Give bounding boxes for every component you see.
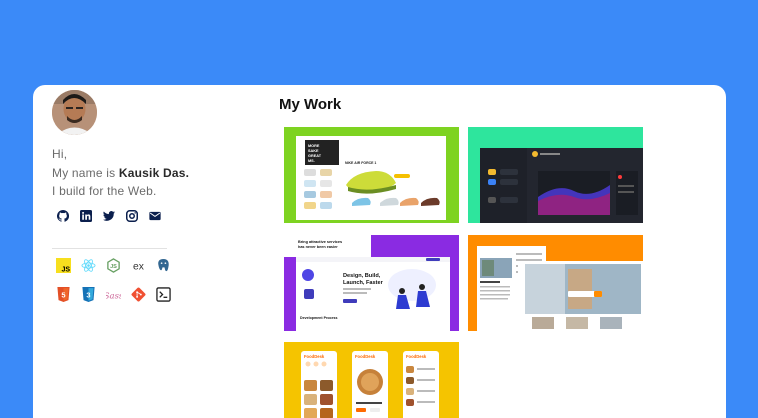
tile-text: Development Process: [300, 316, 338, 320]
tech-icons-row-1: JS JS ex: [56, 258, 171, 274]
project-tile-nike-store[interactable]: MORE SAKE GREAT MS. NIKE AIR FORCE 1: [284, 127, 459, 223]
tile-text: MS.: [308, 159, 315, 163]
social-links: [56, 209, 161, 222]
project-tile-food-app[interactable]: FoodDesk FoodDesk FoodDesk: [284, 342, 459, 418]
tile-text: MORE: [308, 144, 320, 148]
tile-text: Design, Build,: [343, 273, 381, 279]
tile-text: SAKE: [308, 149, 319, 153]
svg-text:5: 5: [61, 290, 65, 299]
page-title: My Work: [279, 96, 342, 113]
svg-text:Sass: Sass: [106, 290, 121, 300]
name-line: My name is Kausik Das.: [52, 164, 189, 183]
greeting: Hi,: [52, 147, 68, 161]
tile-text: FoodDesk: [304, 354, 325, 359]
github-icon[interactable]: [56, 209, 70, 222]
tile-text: FoodDesk: [406, 354, 427, 359]
git-icon: [131, 287, 146, 302]
css3-icon: 3: [81, 287, 96, 302]
tile-text: NIKE AIR FORCE 1: [345, 161, 376, 165]
express-icon: ex: [131, 258, 146, 273]
postgresql-icon: [156, 258, 171, 273]
html5-icon: 5: [56, 287, 71, 302]
tile-text: Launch, Faster: [343, 280, 384, 286]
instagram-icon[interactable]: [126, 209, 138, 222]
tile-text: FoodDesk: [355, 354, 376, 359]
tagline: I build for the Web.: [52, 184, 157, 198]
sass-icon: Sass: [104, 287, 124, 302]
twitter-icon[interactable]: [103, 209, 115, 221]
tile-text: has never been easier: [298, 245, 338, 249]
tech-icons-row-2: 5 3 Sass: [56, 287, 171, 302]
name: Kausik Das.: [118, 165, 190, 180]
svg-text:JS: JS: [110, 264, 117, 270]
javascript-icon: JS: [56, 258, 71, 274]
portfolio-card: Hi, My name is Kausik Das. I build for t…: [33, 85, 726, 418]
svg-text:ex: ex: [133, 261, 145, 272]
react-icon: [81, 258, 96, 273]
terminal-icon: [156, 287, 171, 302]
email-icon[interactable]: [149, 209, 161, 221]
project-tile-real-estate[interactable]: [468, 235, 643, 331]
sidebar-divider: [52, 248, 167, 249]
project-tile-agency-landing[interactable]: Bring attractive services has never been…: [284, 235, 459, 331]
project-tile-crypto-dashboard[interactable]: [468, 127, 643, 223]
linkedin-icon[interactable]: [80, 209, 92, 222]
svg-text:JS: JS: [61, 267, 70, 273]
nodejs-icon: JS: [106, 258, 121, 273]
intro: Hi, My name is Kausik Das. I build for t…: [52, 145, 189, 201]
avatar: [52, 90, 97, 135]
tile-text: Bring attractive services: [298, 240, 342, 244]
svg-text:3: 3: [86, 290, 90, 299]
name-prefix: My name is: [52, 165, 119, 180]
tile-text: GREAT: [308, 154, 322, 158]
